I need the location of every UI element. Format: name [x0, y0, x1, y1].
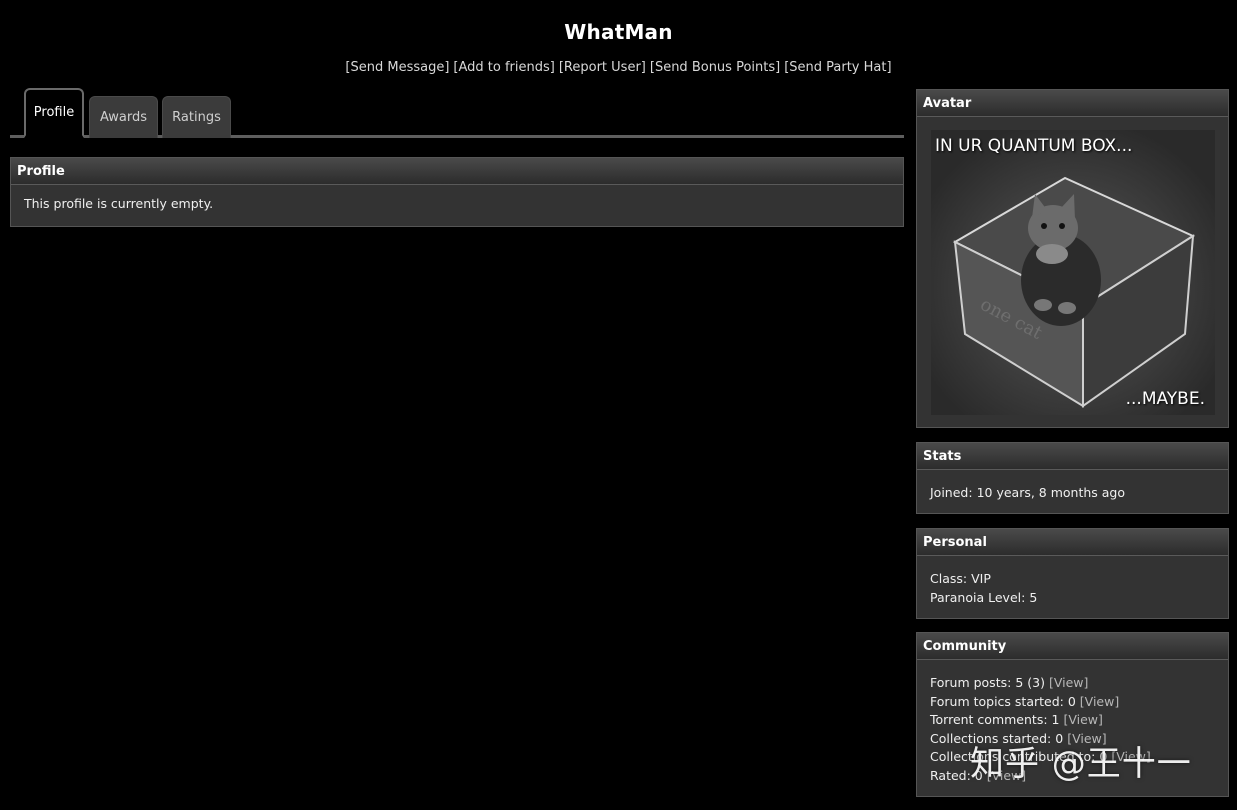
stats-panel-body: Joined: 10 years, 8 months ago	[917, 470, 1228, 513]
user-actions-bar: [Send Message] [Add to friends] [Report Us…	[0, 60, 1237, 75]
stat-value: 0	[1099, 749, 1108, 764]
view-rated-link[interactable]: [View]	[987, 768, 1026, 783]
community-row-collections-contributed: Collections contributed to: 0 [View]	[930, 748, 1215, 767]
tab-awards[interactable]: Awards	[89, 96, 158, 138]
stat-label: Torrent comments:	[930, 712, 1048, 727]
profile-tabs: Profile Awards Ratings	[10, 88, 904, 138]
view-forum-posts-link[interactable]: [View]	[1049, 675, 1088, 690]
stats-panel-heading: Stats	[917, 443, 1228, 470]
avatar-panel: Avatar one cat IN UR QUANTUM BOX... ...M…	[916, 89, 1229, 428]
send-party-hat-link[interactable]: [Send Party Hat]	[784, 60, 891, 75]
class-value: VIP	[971, 571, 991, 586]
community-panel: Community Forum posts: 5 (3) [View] Foru…	[916, 632, 1229, 797]
send-bonus-points-link[interactable]: [Send Bonus Points]	[650, 60, 780, 75]
community-panel-body: Forum posts: 5 (3) [View] Forum topics s…	[917, 660, 1228, 795]
stat-value: 0	[1055, 730, 1064, 746]
stat-value: 1	[1051, 712, 1060, 727]
avatar-panel-heading: Avatar	[917, 90, 1228, 117]
profile-panel: Profile This profile is currently empty.	[10, 157, 904, 227]
avatar-caption-top: IN UR QUANTUM BOX...	[935, 136, 1133, 156]
stat-label: Collections started:	[930, 730, 1052, 746]
stat-value: 5 (3)	[1015, 675, 1045, 690]
community-row-torrent-comments: Torrent comments: 1 [View]	[930, 711, 1215, 730]
stat-label: Rated:	[930, 767, 971, 783]
avatar-image: one cat IN UR QUANTUM BOX... ...MAYBE.	[931, 130, 1215, 415]
paranoia-row: Paranoia Level: 5	[930, 589, 1215, 608]
community-panel-heading: Community	[917, 633, 1228, 660]
stats-panel: Stats Joined: 10 years, 8 months ago	[916, 442, 1229, 514]
cat-in-box-picture: one cat	[952, 176, 1196, 408]
stat-label: Forum posts:	[930, 675, 1012, 690]
community-row-rated: Rated: 0 [View]	[930, 767, 1215, 786]
paranoia-value: 5	[1029, 589, 1038, 605]
profile-panel-text: This profile is currently empty.	[24, 196, 214, 211]
stat-label: Collections contributed to:	[930, 749, 1096, 764]
avatar-caption-bottom: ...MAYBE.	[1125, 389, 1205, 409]
view-collections-contributed-link[interactable]: [View]	[1111, 749, 1150, 764]
community-row-forum-posts: Forum posts: 5 (3) [View]	[930, 674, 1215, 693]
personal-panel-heading: Personal	[917, 529, 1228, 556]
profile-panel-heading: Profile	[11, 158, 903, 185]
tab-profile[interactable]: Profile	[24, 88, 84, 138]
user-profile-page: WhatMan [Send Message] [Add to friends] [R…	[0, 0, 1237, 810]
stat-value: 0	[974, 767, 983, 783]
report-user-link[interactable]: [Report User]	[559, 60, 646, 75]
paranoia-label: Paranoia Level:	[930, 589, 1026, 605]
joined-label: Joined:	[930, 485, 973, 500]
add-to-friends-link[interactable]: [Add to friends]	[453, 60, 554, 75]
personal-panel-body: Class: VIP Paranoia Level: 5	[917, 556, 1228, 617]
community-row-collections-started: Collections started: 0 [View]	[930, 730, 1215, 749]
view-torrent-comments-link[interactable]: [View]	[1063, 712, 1102, 727]
stat-value: 0	[1067, 693, 1076, 709]
class-row: Class: VIP	[930, 570, 1215, 589]
page-title: WhatMan	[564, 20, 673, 44]
view-collections-started-link[interactable]: [View]	[1067, 731, 1106, 746]
send-message-link[interactable]: [Send Message]	[345, 60, 449, 75]
view-forum-topics-link[interactable]: [View]	[1080, 694, 1119, 709]
stat-label: Forum topics started:	[930, 693, 1064, 709]
community-row-forum-topics: Forum topics started: 0 [View]	[930, 693, 1215, 712]
joined-value: 10 years, 8 months ago	[976, 485, 1126, 500]
tab-ratings[interactable]: Ratings	[162, 96, 231, 138]
class-label: Class:	[930, 571, 968, 586]
personal-panel: Personal Class: VIP Paranoia Level: 5	[916, 528, 1229, 619]
